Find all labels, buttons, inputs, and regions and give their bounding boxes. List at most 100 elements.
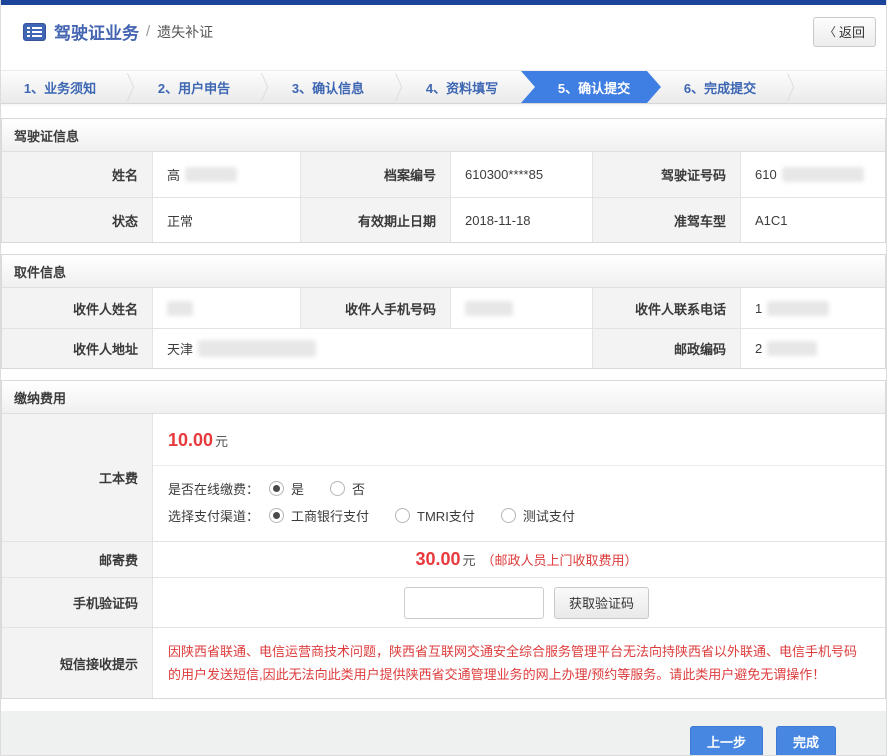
radio-online-no[interactable]: 否 <box>330 479 365 498</box>
captcha-row: 手机验证码 获取验证码 <box>2 577 885 627</box>
radio-icon <box>501 508 516 523</box>
step-separator-icon <box>119 71 135 103</box>
radio-channel-icbc-label: 工商银行支付 <box>291 506 369 525</box>
sms-notice-row: 短信接收提示 因陕西省联通、电信运营商技术问题，陕西省互联网交通安全综合服务管理… <box>2 627 885 698</box>
divider <box>153 465 885 466</box>
pickup-info-section: 取件信息 收件人姓名 收件人手机号码 收件人联系电话 1 收件人地址 天津 邮政… <box>1 254 886 369</box>
license-info-title: 驾驶证信息 <box>2 119 885 152</box>
radio-channel-test-label: 测试支付 <box>523 506 575 525</box>
expiry-date-label: 有效期止日期 <box>300 197 450 242</box>
captcha-label: 手机验证码 <box>2 577 152 627</box>
step-5-label: 5、确认提交 <box>558 78 630 97</box>
page-title: 驾驶证业务 <box>54 19 139 44</box>
radio-online-yes[interactable]: 是 <box>269 479 304 498</box>
list-icon <box>23 23 46 41</box>
online-pay-question: 是否在线缴费： <box>168 479 259 498</box>
redacted-value <box>198 340 316 357</box>
header: 驾驶证业务 / 遗失补证 〈 返回 <box>1 5 886 58</box>
finish-button[interactable]: 完成 <box>776 726 836 756</box>
card-fee-label: 工本费 <box>2 414 152 541</box>
step-3-label: 3、确认信息 <box>292 78 364 97</box>
step-1-label: 1、业务须知 <box>24 78 96 97</box>
archive-number-value: 610300****85 <box>450 152 592 197</box>
card-fee-amount: 10.00 <box>168 430 213 451</box>
card-fee-row: 工本费 10.00 元 是否在线缴费： 是 否 <box>2 414 885 541</box>
license-info-table: 姓名 高 档案编号 610300****85 驾驶证号码 610 状态 正常 有… <box>2 152 885 242</box>
recipient-mobile-label: 收件人手机号码 <box>300 288 450 328</box>
step-1-notice: 1、业务须知 <box>1 71 119 103</box>
radio-channel-tmri-label: TMRI支付 <box>417 506 475 525</box>
step-5-confirm-submit: 5、确认提交 <box>521 71 661 103</box>
fees-section: 缴纳费用 工本费 10.00 元 是否在线缴费： 是 否 <box>1 380 886 699</box>
recipient-address-label: 收件人地址 <box>2 328 152 368</box>
previous-step-button[interactable]: 上一步 <box>690 726 763 756</box>
back-chevron-icon: 〈 <box>824 23 836 40</box>
redacted-value <box>782 167 864 182</box>
pickup-info-title: 取件信息 <box>2 255 885 288</box>
card-fee-unit: 元 <box>215 431 228 450</box>
postage-fee-row: 邮寄费 30.00 元 （邮政人员上门收取费用） <box>2 541 885 577</box>
pay-channel-line: 选择支付渠道： 工商银行支付 TMRI支付 测试支付 <box>153 502 885 529</box>
radio-channel-tmri[interactable]: TMRI支付 <box>395 506 475 525</box>
recipient-phone-value: 1 <box>740 288 885 328</box>
postage-fee-amount: 30.00 <box>415 549 460 570</box>
radio-online-yes-label: 是 <box>291 479 304 498</box>
radio-icon <box>269 508 284 523</box>
back-button[interactable]: 〈 返回 <box>813 17 876 47</box>
back-button-label: 返回 <box>839 22 865 41</box>
radio-channel-icbc[interactable]: 工商银行支付 <box>269 506 369 525</box>
redacted-value <box>767 301 829 316</box>
page: 驾驶证业务 / 遗失补证 〈 返回 1、业务须知 2、用户申告 3、确认信息 4… <box>0 0 887 756</box>
step-6-complete: 6、完成提交 <box>661 71 779 103</box>
breadcrumb-separator: / <box>146 23 150 40</box>
sms-notice-text: 因陕西省联通、电信运营商技术问题，陕西省互联网交通安全综合服务管理平台无法向持陕… <box>168 640 869 686</box>
recipient-name-value <box>152 288 300 328</box>
postcode-value: 2 <box>740 328 885 368</box>
fees-title: 缴纳费用 <box>2 381 885 414</box>
recipient-name-label: 收件人姓名 <box>2 288 152 328</box>
step-3-confirm-info: 3、确认信息 <box>269 71 387 103</box>
steps-filler <box>795 71 886 103</box>
redacted-value <box>767 341 817 356</box>
step-separator-icon <box>779 71 795 103</box>
step-6-label: 6、完成提交 <box>684 78 756 97</box>
pay-channel-question: 选择支付渠道： <box>168 506 259 525</box>
postage-fee-note: （邮政人员上门收取费用） <box>482 550 638 569</box>
name-value: 高 <box>152 152 300 197</box>
step-separator-icon <box>253 71 269 103</box>
redacted-value <box>465 301 513 316</box>
breadcrumb: 驾驶证业务 / 遗失补证 <box>23 19 213 44</box>
step-2-declare: 2、用户申告 <box>135 71 253 103</box>
recipient-phone-label: 收件人联系电话 <box>592 288 740 328</box>
card-fee-amount-line: 10.00 元 <box>153 426 885 454</box>
sms-notice-label: 短信接收提示 <box>2 627 152 698</box>
radio-channel-test[interactable]: 测试支付 <box>501 506 575 525</box>
step-2-label: 2、用户申告 <box>158 78 230 97</box>
name-label: 姓名 <box>2 152 152 197</box>
breadcrumb-current: 遗失补证 <box>157 22 213 42</box>
captcha-content: 获取验证码 <box>152 577 885 627</box>
vehicle-class-value: A1C1 <box>740 197 885 242</box>
sms-notice-content: 因陕西省联通、电信运营商技术问题，陕西省互联网交通安全综合服务管理平台无法向持陕… <box>152 627 885 698</box>
postage-fee-unit: 元 <box>463 550 476 569</box>
card-fee-content: 10.00 元 是否在线缴费： 是 否 选择支付渠道： <box>152 414 885 541</box>
captcha-input[interactable] <box>404 587 544 619</box>
license-info-section: 驾驶证信息 姓名 高 档案编号 610300****85 驾驶证号码 610 状… <box>1 118 886 243</box>
recipient-address-value: 天津 <box>152 328 592 368</box>
redacted-value <box>185 167 237 182</box>
postage-fee-content: 30.00 元 （邮政人员上门收取费用） <box>152 541 885 577</box>
archive-number-label: 档案编号 <box>300 152 450 197</box>
step-separator-icon <box>387 71 403 103</box>
license-number-value: 610 <box>740 152 885 197</box>
expiry-date-value: 2018-11-18 <box>450 197 592 242</box>
step-4-label: 4、资料填写 <box>426 78 498 97</box>
redacted-value <box>167 301 193 316</box>
get-captcha-button[interactable]: 获取验证码 <box>554 587 649 619</box>
radio-icon <box>395 508 410 523</box>
status-label: 状态 <box>2 197 152 242</box>
radio-online-no-label: 否 <box>352 479 365 498</box>
radio-icon <box>330 481 345 496</box>
online-pay-line: 是否在线缴费： 是 否 <box>153 475 885 502</box>
license-number-label: 驾驶证号码 <box>592 152 740 197</box>
recipient-mobile-value <box>450 288 592 328</box>
